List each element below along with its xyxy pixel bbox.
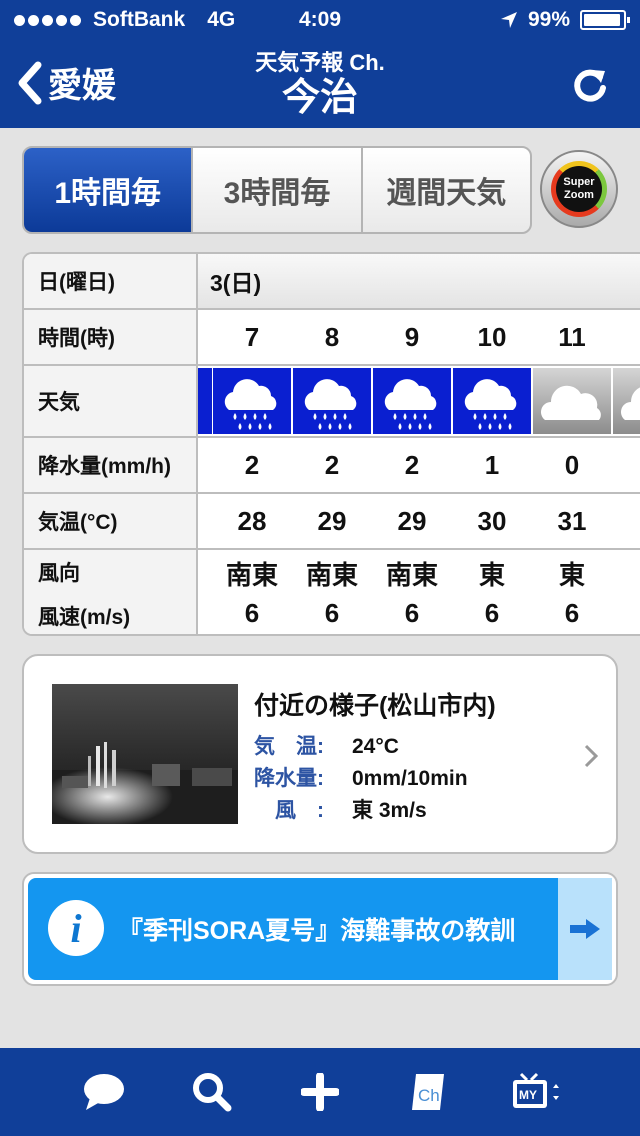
refresh-icon[interactable] [570,64,610,104]
wind-direction-value: 南東 [385,560,438,590]
rain-icon [373,368,451,434]
hour-row-label: 時間(時) [24,310,198,364]
tab-3-hourly[interactable]: 3時間毎 [191,148,360,232]
chat-bubble-icon[interactable] [74,1062,134,1122]
wind-direction-value: 東 [558,560,585,590]
navigation-bar: SoftBank 4G 4:09 99% 愛媛 天気予報 Ch. 今治 [0,0,640,128]
precip-row-label: 降水量(mm/h) [24,438,198,492]
precip-cell: 0 [564,449,580,480]
nearby-precip-label: 降水量: [254,767,324,790]
wind-speed-value: 6 [564,598,580,628]
precip-row: 降水量(mm/h) 2 2 2 1 0 [24,438,640,494]
cloudy-icon [613,368,640,434]
nearby-temp-value: 24°C [352,735,399,758]
super-zoom-line2: Zoom [564,189,594,201]
back-button-label: 愛媛 [48,67,116,105]
hour-cell: 8 [324,321,340,352]
news-banner[interactable]: i 『季刊SORA夏号』海難事故の教訓 [22,872,618,986]
wind-row-label: 風向 風速(m/s) [24,550,198,634]
wind-cell: 南東 6 [372,550,452,634]
nearby-temp-label: 気 温: [254,735,324,758]
wind-speed-value: 6 [324,598,340,628]
hour-row: 時間(時) 7 8 9 10 11 [24,310,640,366]
svg-text:MY: MY [519,1088,537,1102]
wind-direction-label: 風向 [38,562,80,585]
page-title: 今治 [281,77,358,119]
wind-cell: 東6 [452,550,532,634]
weather-row-label: 天気 [24,366,198,436]
back-button[interactable]: 愛媛 [14,58,116,107]
rain-icon [293,368,371,434]
hour-cell: 10 [477,321,507,352]
wind-speed-label: 風速(m/s) [38,606,131,629]
wind-cell: 南東 6 [212,550,292,634]
nearby-conditions-card[interactable]: 付近の様子(松山市内) 気 温: 24°C 降水量: 0mm/10min 風 : 東 … [22,654,618,854]
nearby-wind: 風 : 東 3m/s [254,794,427,824]
tab-weekly[interactable]: 週間天気 [360,148,530,232]
hour-cell: 7 [244,321,260,352]
wind-direction-value: 南東 [305,560,358,590]
arrow-right-icon [558,878,612,980]
precip-cell: 1 [484,449,500,480]
battery-percent: 99% [527,8,570,31]
nearby-precipitation: 降水量: 0mm/10min [254,762,468,792]
precip-cell: 2 [324,449,340,480]
wind-direction-value: 東 [478,560,505,590]
day-row: 日(曜日) 3(日) [24,254,640,310]
wind-row: 風向 風速(m/s) 南東 6 南東 6 南東 6 東 6 東 6 [24,550,640,634]
precip-cell: 2 [404,449,420,480]
page-title-group: 天気予報 Ch. 今治 [160,50,480,120]
day-value: 3(日) [210,270,262,296]
svg-text:Ch: Ch [418,1086,440,1105]
temp-row: 気温(°C) 28 29 29 30 31 [24,494,640,550]
wind-direction-value: 南東 [225,560,278,590]
hour-cell: 11 [558,321,586,352]
nearby-precip-value: 0mm/10min [352,767,468,790]
my-tv-icon[interactable]: MY [506,1062,566,1122]
wind-cell: 南東 6 [292,550,372,634]
banner-text: 『季刊SORA夏号』海難事故の教訓 [118,917,516,945]
bottom-tab-bar: Ch MY [0,1048,640,1136]
status-bar: SoftBank 4G 4:09 99% [0,0,640,40]
temp-cell: 29 [317,505,347,536]
rain-icon [198,368,212,434]
cloudy-icon [533,368,611,434]
temp-cell: 30 [477,505,507,536]
day-row-label: 日(曜日) [24,254,198,308]
chevron-right-icon [584,744,598,768]
super-zoom-button[interactable]: Super Zoom [540,150,618,228]
search-icon[interactable] [182,1062,242,1122]
forecast-interval-tabs: 1時間毎 3時間毎 週間天気 [22,146,532,234]
live-camera-photo [52,684,238,824]
plus-icon[interactable] [290,1062,350,1122]
page-subtitle: 天気予報 Ch. [255,50,385,75]
wind-speed-value: 6 [404,598,420,628]
temp-cell: 29 [397,505,427,536]
temp-cell: 28 [237,505,267,536]
weather-row: 天気 [24,366,640,438]
super-zoom-line1: Super [563,176,595,188]
precip-cell: 2 [244,449,260,480]
wind-cell: 東6 [532,550,612,634]
chevron-left-icon [18,61,42,104]
nearby-wind-label: 風 : [254,799,324,822]
location-arrow-icon [500,12,517,28]
temp-row-label: 気温(°C) [24,494,198,548]
nearby-title: 付近の様子(松山市内) [254,692,496,720]
channel-icon[interactable]: Ch [398,1062,458,1122]
battery-icon [580,10,630,30]
wind-speed-value: 6 [244,598,260,628]
rain-icon [213,368,291,434]
nearby-wind-value: 東 3m/s [352,799,427,822]
super-zoom-icon: Super Zoom [551,161,607,217]
hour-cell: 9 [404,321,420,352]
temp-cell: 31 [557,505,587,536]
wind-speed-value: 6 [484,598,500,628]
hourly-forecast-table[interactable]: 日(曜日) 3(日) 時間(時) 7 8 9 10 11 天気 降水量(mm/h) 22… [22,252,640,636]
info-icon: i [48,900,104,956]
tab-hourly[interactable]: 1時間毎 [24,148,192,232]
rain-icon [453,368,531,434]
nearby-temperature: 気 温: 24°C [254,730,399,760]
